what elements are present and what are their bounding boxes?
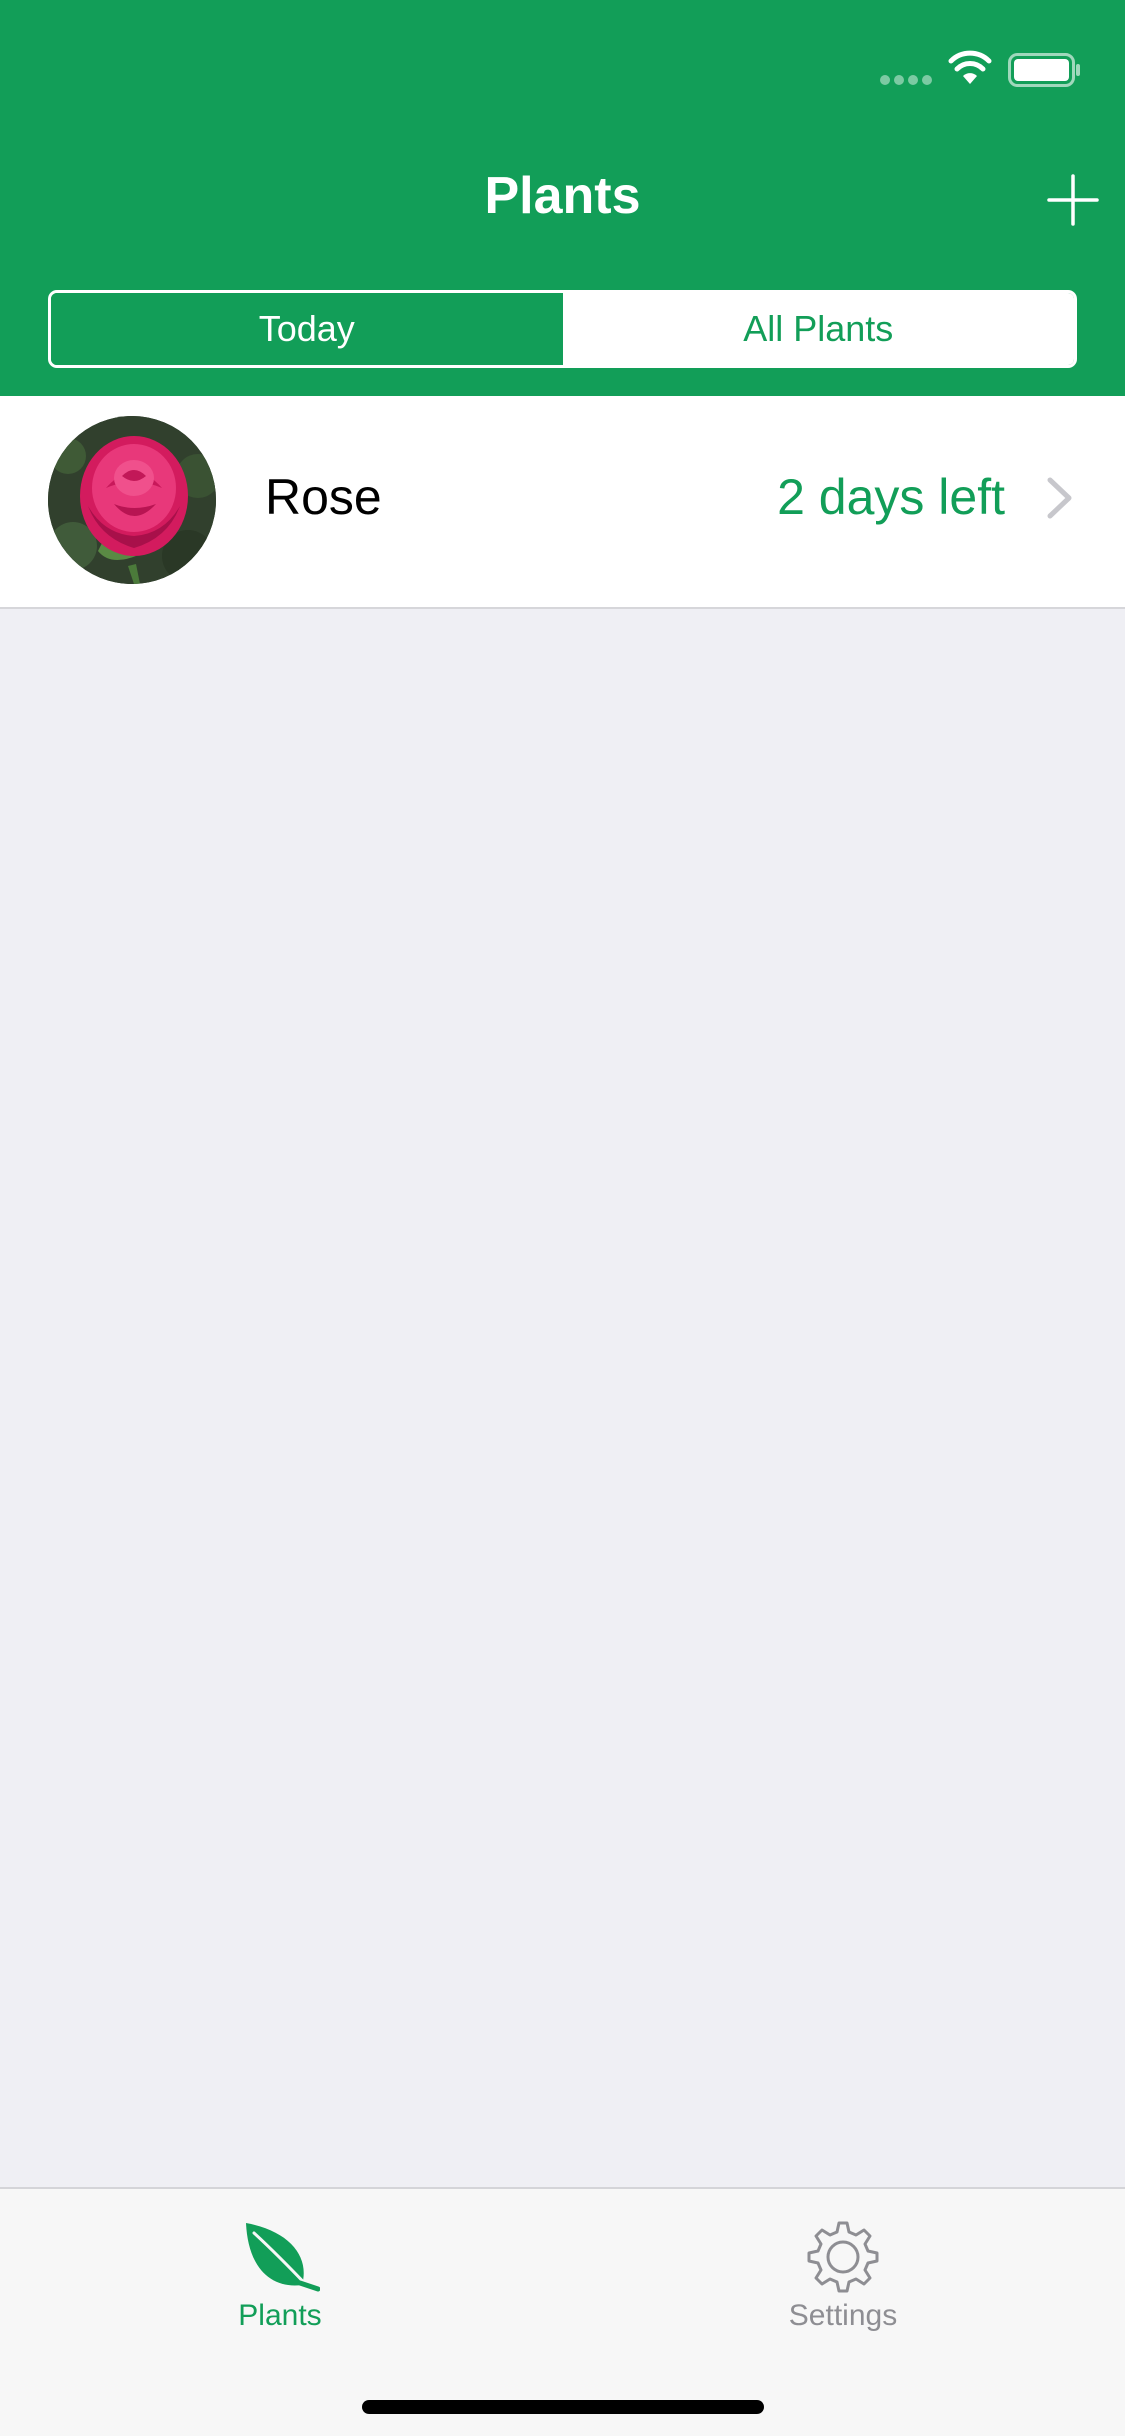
plant-list-row[interactable]: Rose 2 days left (0, 396, 1125, 609)
plant-photo (48, 416, 216, 584)
segment-today[interactable]: Today (51, 293, 563, 365)
plant-name: Rose (265, 469, 382, 525)
leaf-icon (246, 2223, 320, 2293)
segmented-control: Today All Plants (48, 290, 1077, 368)
tab-plants[interactable]: Plants (130, 2207, 430, 2337)
tab-settings[interactable]: Settings (693, 2207, 993, 2337)
segment-today-label: Today (258, 308, 355, 349)
tab-plants-label: Plants (238, 2299, 322, 2332)
rose-photo (48, 416, 216, 584)
signal-dots-icon (880, 75, 932, 87)
status-bar (0, 0, 1125, 132)
header: Plants Today All Plants (0, 0, 1125, 396)
home-indicator[interactable] (362, 2400, 764, 2414)
tab-bar: Plants Settings (0, 2187, 1125, 2436)
segment-all-plants-label: All Plants (743, 308, 894, 349)
watering-countdown: 2 days left (777, 469, 1005, 525)
page-title: Plants (484, 167, 641, 225)
app-screen: Plants Today All Plants Rose 2 days left… (0, 0, 1125, 2436)
segment-all-plants[interactable]: All Plants (562, 293, 1074, 365)
chevron-right-icon (1047, 477, 1072, 519)
wifi-icon (948, 50, 992, 84)
add-plant-button[interactable] (1045, 172, 1101, 228)
gear-icon (807, 2221, 879, 2293)
battery-icon (1008, 53, 1080, 87)
plus-icon (1047, 174, 1099, 226)
tab-settings-label: Settings (788, 2299, 898, 2332)
